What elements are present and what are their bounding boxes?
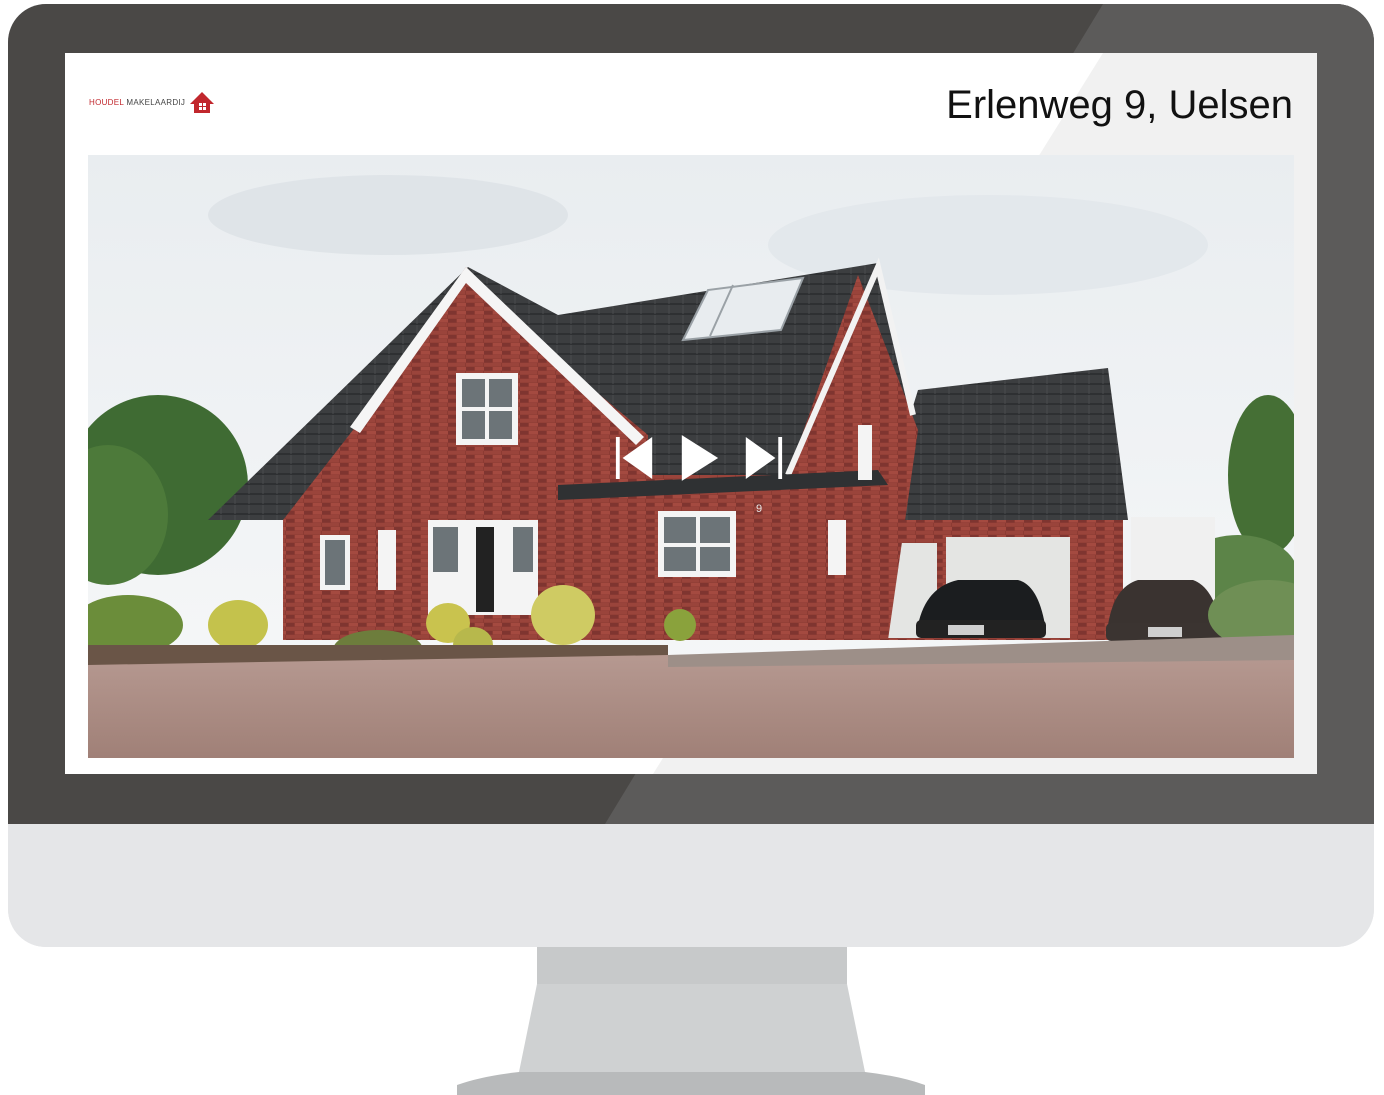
property-photo: 9: [88, 155, 1294, 758]
monitor: HOUDEL MAKELAARDIJ Erlenweg 9, Uelsen 9: [8, 4, 1374, 947]
skip-previous-icon[interactable]: [614, 433, 656, 483]
monitor-bezel: HOUDEL MAKELAARDIJ Erlenweg 9, Uelsen 9: [8, 4, 1374, 824]
house-logo-icon: [190, 92, 215, 113]
house-number: 9: [756, 503, 762, 515]
houdel-logo[interactable]: HOUDEL MAKELAARDIJ: [89, 88, 215, 116]
page-title: Erlenweg 9, Uelsen: [946, 83, 1293, 127]
monitor-screen: HOUDEL MAKELAARDIJ Erlenweg 9, Uelsen 9: [65, 53, 1317, 774]
play-icon[interactable]: [678, 433, 720, 483]
monitor-chin: [8, 824, 1374, 947]
skip-next-icon[interactable]: [742, 433, 784, 483]
player-controls: [614, 431, 784, 485]
logo-text: HOUDEL MAKELAARDIJ: [89, 97, 186, 107]
